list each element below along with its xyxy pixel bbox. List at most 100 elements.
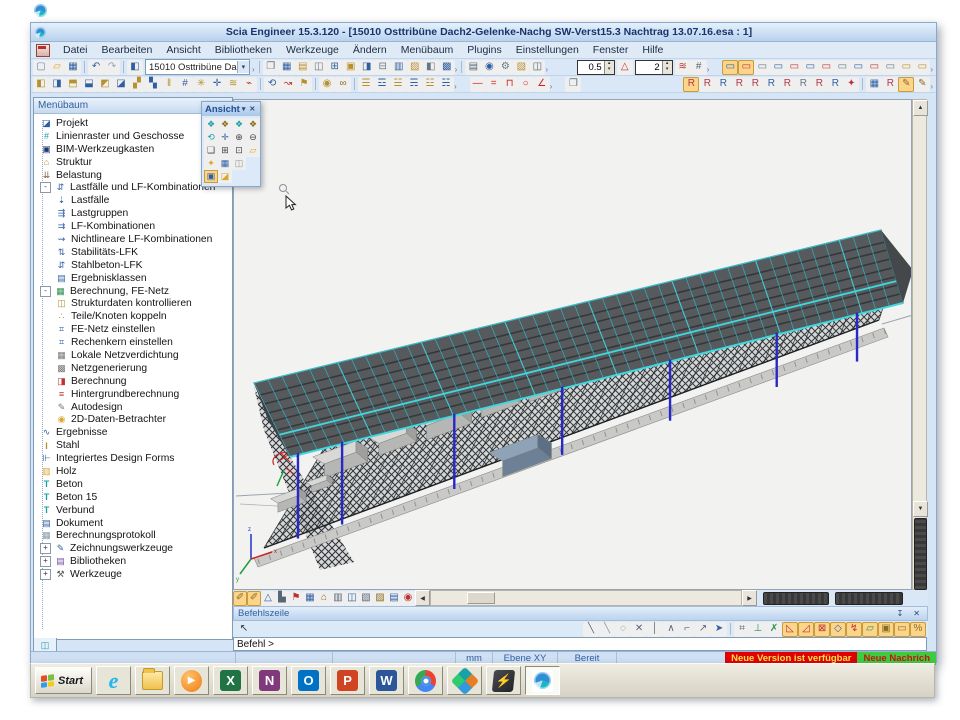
snap-grid-dots[interactable]: ⌗ (734, 622, 750, 637)
view-axo-3[interactable]: ❖ (232, 118, 246, 131)
clipping-box[interactable]: ◫ (232, 157, 246, 170)
result-stress[interactable]: R (747, 77, 763, 92)
hscroll-left-arrow[interactable]: ◀ (415, 590, 430, 606)
snap-line-2[interactable]: ╲ (599, 622, 615, 637)
chrome-taskbar-button[interactable] (408, 666, 443, 695)
tree-item[interactable]: ▤Ergebnisklassen (36, 272, 232, 285)
result-contact[interactable]: R (779, 77, 795, 92)
menu-item-ansicht[interactable]: Ansicht (159, 43, 207, 57)
view-tool-4[interactable]: ◨ (359, 60, 375, 75)
clipboard-1[interactable]: ❐ (263, 60, 279, 75)
view-tool-5[interactable]: ⊟ (375, 60, 391, 75)
palette-close-icon[interactable]: ✕ (247, 105, 257, 113)
tree-item[interactable]: +✎Zeichnungswerkzeuge (36, 542, 232, 555)
toggle-node-labels[interactable]: ✐ (233, 591, 247, 606)
result-window-5[interactable]: ▭ (786, 60, 802, 75)
print[interactable]: ▥ (391, 60, 407, 75)
menu-item-datei[interactable]: Datei (56, 43, 95, 57)
result-deform[interactable]: R (731, 77, 747, 92)
tree-item[interactable]: ◨Berechnung (36, 375, 232, 388)
flag-tool[interactable]: ⚑ (296, 77, 312, 92)
draw-angle[interactable]: ∠ (534, 77, 550, 92)
vscroll-down-arrow[interactable]: ▼ (913, 501, 928, 517)
menu-item-einstellungen[interactable]: Einstellungen (509, 43, 586, 57)
wave-scale-tool[interactable]: ≋ (675, 60, 691, 75)
vscroll-dark-thumb[interactable] (914, 518, 927, 590)
dropdown-icon[interactable]: ▾ (237, 61, 249, 73)
result-mesh[interactable]: R (795, 77, 811, 92)
menu-item-menübaum[interactable]: Menübaum (394, 43, 461, 57)
tree-item[interactable]: -▦Berechnung, FE-Netz (36, 285, 232, 298)
snap-cursor[interactable]: ➤ (711, 622, 727, 637)
draw-rect[interactable]: ⊓ (502, 77, 518, 92)
command-close-icon[interactable]: ✕ (910, 609, 923, 618)
preview-doc-1[interactable]: ✎ (898, 77, 914, 92)
toggle-grid[interactable]: ▨ (373, 591, 387, 606)
snap-edge[interactable]: ▱ (862, 622, 878, 637)
ucs-axes[interactable]: ✛ (218, 131, 232, 144)
draw-circle[interactable]: ○ (518, 77, 534, 92)
settings-gear-icon[interactable]: ⚙ (497, 60, 513, 75)
open-project[interactable]: ▱ (49, 60, 65, 75)
viewport-vscrollbar[interactable]: ▲▼ (912, 99, 927, 590)
binoculars-icon[interactable]: ∞ (335, 77, 351, 92)
command-pointer-icon[interactable]: ↖ (235, 621, 253, 638)
clipboard-3[interactable]: ▤ (295, 60, 311, 75)
section-tool-3[interactable]: ☱ (390, 77, 406, 92)
tree-item[interactable]: +▤Bibliotheken (36, 555, 232, 568)
zoom-all[interactable]: ⊞ (218, 144, 232, 157)
snap-arrow[interactable]: ↗ (695, 622, 711, 637)
hatch-tool-1[interactable]: ▞ (129, 77, 145, 92)
vscroll-up-arrow[interactable]: ▲ (913, 100, 928, 116)
zoom-selection[interactable]: ⊡ (232, 144, 246, 157)
spinner-arrows[interactable]: ▴▾ (604, 61, 614, 74)
toggle-loads[interactable]: ▙ (275, 591, 289, 606)
toggle-results[interactable]: ◉ (401, 591, 415, 606)
result-window-10[interactable]: ▭ (866, 60, 882, 75)
toolbar-overflow-icon[interactable]: › (455, 65, 458, 74)
toggle-model-data[interactable]: ▦ (303, 591, 317, 606)
result-window-2[interactable]: ▭ (738, 60, 754, 75)
start-button[interactable]: Start (35, 667, 92, 694)
paste-tool[interactable]: ❐ (565, 77, 581, 92)
command-panel-header[interactable]: Befehlszeile ↧ ✕ (233, 606, 928, 621)
menu-item-bearbeiten[interactable]: Bearbeiten (95, 43, 160, 57)
tree-item[interactable]: ⇅Stabilitäts-LFK (36, 246, 232, 259)
star-tool[interactable]: ✳ (193, 77, 209, 92)
toolbar-overflow-icon[interactable]: › (454, 82, 457, 91)
tree-item[interactable]: TVerbund (36, 504, 232, 517)
beam-tool-5[interactable]: ◩ (97, 77, 113, 92)
menu-item-fenster[interactable]: Fenster (586, 43, 636, 57)
save-project[interactable]: ▦ (65, 60, 81, 75)
render-mode[interactable]: ▦ (218, 157, 232, 170)
snap-circle[interactable]: ◌ (615, 622, 631, 637)
tree-item[interactable]: ⇣Lastfälle (36, 194, 232, 207)
result-detail[interactable]: R (811, 77, 827, 92)
snap-ortho[interactable]: ⊥ (750, 622, 766, 637)
grid-tool[interactable]: # (177, 77, 193, 92)
draw-double-line[interactable]: = (486, 77, 502, 92)
toggle-load-labels[interactable]: ⚑ (289, 591, 303, 606)
result-window-13[interactable]: ▭ (914, 60, 930, 75)
view-tool-3[interactable]: ▣ (343, 60, 359, 75)
scia-engineer-taskbar-button[interactable] (525, 666, 560, 695)
zoom-window[interactable]: ❑ (204, 144, 218, 157)
result-moments[interactable]: R (715, 77, 731, 92)
scia-shortcut-icon[interactable] (34, 4, 49, 19)
tree-item[interactable]: ⌗Rechenkern einstellen (36, 336, 232, 349)
rotate-tool[interactable]: ⟲ (264, 77, 280, 92)
pin-icon[interactable]: ↧ (894, 609, 907, 618)
snap-polyline[interactable]: ⌐ (679, 622, 695, 637)
tree-item[interactable]: ▥Holz (36, 465, 232, 478)
scale-spinner[interactable]: 2▴▾ (635, 60, 673, 75)
hscroll-track[interactable] (430, 590, 742, 606)
design-suite-taskbar-button[interactable] (447, 666, 482, 695)
tree-expander-plus[interactable]: + (40, 569, 51, 580)
redo[interactable]: ↷ (104, 60, 120, 75)
tree-expander-plus[interactable]: + (40, 556, 51, 567)
beam-tool-6[interactable]: ◪ (113, 77, 129, 92)
tree-item[interactable]: IStahl (36, 439, 232, 452)
toggle-rendering[interactable]: ▥ (331, 591, 345, 606)
tree-item[interactable]: ▤Dokument (36, 517, 232, 530)
view-tool-1[interactable]: ◫ (311, 60, 327, 75)
